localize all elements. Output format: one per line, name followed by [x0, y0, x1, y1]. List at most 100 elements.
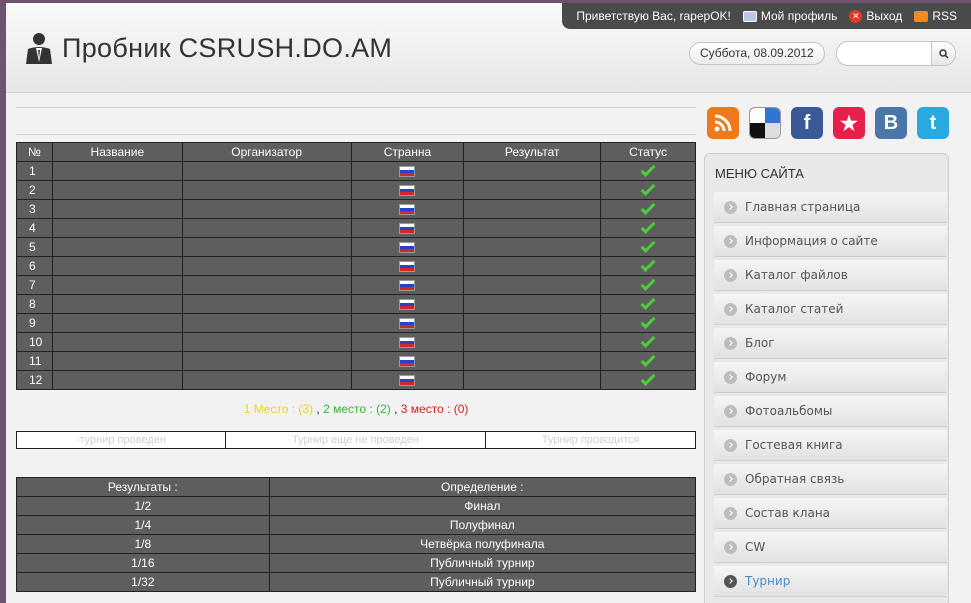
row-number: 4 — [16, 218, 53, 238]
table-row: 1/32 Публичный турнир — [16, 572, 697, 592]
chevron-right-icon — [724, 472, 737, 486]
search-box — [836, 41, 956, 66]
result-stage: 1/32 — [16, 572, 270, 592]
menu-item[interactable]: Главная страница — [714, 192, 947, 223]
separator: , — [313, 402, 324, 416]
row-country — [350, 275, 465, 295]
chevron-right-icon — [724, 506, 737, 520]
chevron-right-icon — [724, 268, 737, 282]
chevron-right-icon — [724, 404, 737, 418]
row-status — [600, 313, 696, 333]
places-summary: 1 Место : (3) , 2 место : (2) , 3 место … — [16, 402, 696, 420]
menu-item[interactable]: Блог — [714, 328, 947, 359]
twitter-icon[interactable]: t — [917, 107, 949, 139]
table-row: 3 — [16, 199, 696, 219]
result-definition: Финал — [268, 496, 697, 516]
row-status — [600, 218, 696, 238]
rss-link[interactable]: RSS — [914, 9, 957, 23]
menu-item[interactable]: Состав клана — [714, 498, 947, 529]
rss-icon — [914, 10, 929, 22]
russia-flag-icon — [399, 375, 416, 387]
col-name: Название — [51, 142, 183, 162]
vkontakte-icon[interactable]: B — [875, 107, 907, 139]
menu-item-label: Главная страница — [745, 200, 861, 214]
menu-item[interactable]: CW — [714, 532, 947, 563]
table-row: 1/4 Полуфинал — [16, 515, 697, 535]
row-organizer — [181, 218, 352, 238]
row-country — [350, 370, 465, 390]
table-row: 1/16 Публичный турнир — [16, 553, 697, 573]
row-country — [350, 351, 465, 371]
status-legend: -турнир проведен Турнир еще не проведен … — [16, 431, 696, 449]
checkmark-icon — [640, 295, 656, 311]
chevron-right-icon — [724, 574, 737, 588]
chevron-right-icon — [724, 302, 737, 316]
table-row: 1/8 Четвёрка полуфинала — [16, 534, 697, 554]
row-result — [463, 161, 602, 181]
menu-item[interactable]: Каталог статей — [714, 294, 947, 325]
page-frame: Приветствую Вас, rapepOK! Мой профиль ✕ … — [6, 3, 971, 603]
results-table: Результаты : Определение : 1/2 Финал 1/4 По… — [16, 477, 697, 592]
favorites-icon[interactable]: ★ — [833, 107, 865, 139]
chevron-right-icon — [724, 336, 737, 350]
row-result — [463, 370, 602, 390]
menu-item[interactable]: Гостевая книга — [714, 430, 947, 461]
russia-flag-icon — [399, 185, 416, 197]
main-content: № Название Организатор Странна Результат… — [16, 107, 697, 592]
second-place: 2 место : (2) — [323, 402, 391, 416]
menu-item[interactable]: Турнир — [714, 566, 947, 597]
table-row: 1 — [16, 161, 696, 181]
row-name — [51, 275, 183, 295]
row-number: 7 — [16, 275, 53, 295]
facebook-icon[interactable]: f — [791, 107, 823, 139]
row-status — [600, 370, 696, 390]
checkmark-icon — [640, 162, 656, 178]
search-button[interactable] — [931, 42, 955, 65]
site-logo[interactable]: Пробник CSRUSH.DO.AM — [24, 31, 392, 65]
checkmark-icon — [640, 181, 656, 197]
chevron-right-icon — [724, 540, 737, 554]
row-number: 3 — [16, 199, 53, 219]
col-status: Статус — [600, 142, 696, 162]
table-row: 12 — [16, 370, 696, 390]
result-definition: Полуфинал — [268, 515, 697, 535]
menu-item[interactable]: Каталог файлов — [714, 260, 947, 291]
table-row: 4 — [16, 218, 696, 238]
row-number: 12 — [16, 370, 53, 390]
result-definition: Четвёрка полуфинала — [268, 534, 697, 554]
logout-link[interactable]: ✕ Выход — [849, 9, 902, 23]
row-number: 8 — [16, 294, 53, 314]
checkmark-icon — [640, 276, 656, 292]
delicious-icon[interactable] — [749, 107, 781, 139]
row-country — [350, 199, 465, 219]
table-row: 11 — [16, 351, 696, 371]
site-header: Приветствую Вас, rapepOK! Мой профиль ✕ … — [6, 3, 971, 93]
menu-item[interactable]: Информация о сайте — [714, 226, 947, 257]
menu-item-label: Обратная связь — [745, 472, 845, 486]
russia-flag-icon — [399, 318, 416, 330]
rss-icon[interactable] — [707, 107, 739, 139]
menu-item[interactable]: Фотоальбомы — [714, 396, 947, 427]
profile-link[interactable]: Мой профиль — [742, 9, 837, 23]
menu-item[interactable]: Обратная связь — [714, 464, 947, 495]
menu-item-label: Каталог файлов — [745, 268, 848, 282]
menu-item-label: Форум — [745, 370, 787, 384]
search-input[interactable] — [843, 45, 927, 62]
row-result — [463, 256, 602, 276]
result-stage: 1/8 — [16, 534, 270, 554]
row-result — [463, 351, 602, 371]
checkmark-icon — [640, 200, 656, 216]
date-display: Суббота, 08.09.2012 — [689, 42, 825, 65]
row-country — [350, 237, 465, 257]
menu-item[interactable]: Форум — [714, 362, 947, 393]
row-name — [51, 294, 183, 314]
row-organizer — [181, 237, 352, 257]
checkmark-icon — [640, 238, 656, 254]
row-country — [350, 218, 465, 238]
checkmark-icon — [640, 314, 656, 330]
tournament-table: № Название Организатор Странна Результат… — [16, 142, 696, 390]
row-number: 5 — [16, 237, 53, 257]
row-result — [463, 294, 602, 314]
row-status — [600, 332, 696, 352]
row-organizer — [181, 180, 352, 200]
